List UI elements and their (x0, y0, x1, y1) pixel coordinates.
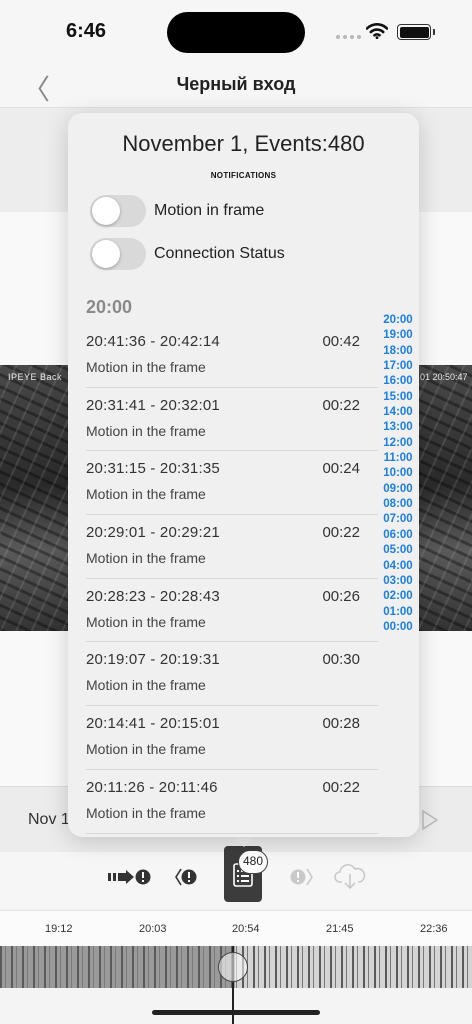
toggle-row-connection: Connection Status (90, 237, 285, 271)
event-duration: 00:22 (322, 396, 360, 414)
next-event-arrow-icon[interactable] (108, 866, 152, 888)
event-type: Motion in the frame (86, 550, 206, 567)
timeline-tick: 21:45 (326, 923, 354, 935)
hour-index-item[interactable]: 02:00 (378, 589, 418, 604)
event-type: Motion in the frame (86, 741, 206, 758)
hour-index-item[interactable]: 04:00 (378, 559, 418, 574)
event-duration: 00:28 (322, 715, 360, 733)
event-type: Motion in the frame (86, 359, 206, 375)
hour-index-item[interactable]: 17:00 (378, 359, 418, 374)
event-row[interactable]: 20:11:26 - 20:11:46 00:22 Motion in the … (86, 770, 378, 834)
hour-index-item[interactable]: 15:00 (378, 390, 418, 405)
toggle-label: Motion in frame (154, 202, 265, 219)
next-alert-icon[interactable] (288, 866, 314, 888)
event-duration: 00:42 (322, 333, 360, 350)
event-type: Motion in the frame (86, 804, 206, 821)
camera-overlay-right: 01 20:50:47 (420, 372, 468, 382)
timeline-tick: 20:03 (139, 923, 167, 935)
connection-status-toggle[interactable] (90, 238, 146, 270)
timeline-labels: 19:12 20:03 20:54 21:45 22:36 (0, 910, 472, 946)
hour-index-item[interactable]: 06:00 (378, 528, 418, 543)
event-duration: 00:24 (322, 460, 360, 478)
hour-index-item[interactable]: 20:00 (378, 313, 418, 328)
event-type: Motion in the frame (86, 677, 206, 694)
hour-index-item[interactable]: 19:00 (378, 328, 418, 343)
event-time-range: 20:28:23 - 20:28:43 (86, 587, 220, 605)
hour-index-item[interactable]: 12:00 (378, 436, 418, 451)
wifi-icon (366, 23, 388, 39)
prev-alert-icon[interactable] (174, 866, 200, 888)
event-row[interactable]: 20:28:23 - 20:28:43 00:26 Motion in the … (86, 579, 378, 643)
hour-section-header: 20:00 (86, 297, 133, 317)
event-row[interactable]: 20:31:15 - 20:31:35 00:24 Motion in the … (86, 451, 378, 516)
hour-index-item[interactable]: 16:00 (378, 374, 418, 389)
event-duration: 00:30 (322, 651, 360, 669)
event-time-range: 20:41:36 - 20:42:14 (86, 333, 220, 350)
event-row[interactable]: 20:19:07 - 20:19:31 00:30 Motion in the … (86, 642, 378, 707)
event-type: Motion in the frame (86, 422, 206, 439)
popover-title: November 1, Events:480 (122, 131, 365, 156)
hour-index-item[interactable]: 10:00 (378, 466, 418, 481)
cellular-signal-icon (336, 35, 361, 39)
event-row[interactable]: 20:31:41 - 20:32:01 00:22 Motion in the … (86, 388, 378, 452)
events-popover: November 1, Events:480 NOTIFICATIONS Mot… (68, 113, 419, 837)
hour-index-item[interactable]: 01:00 (378, 605, 418, 620)
hour-index-item[interactable]: 05:00 (378, 543, 418, 558)
event-type: Motion in the frame (86, 486, 206, 503)
event-duration: 00:22 (322, 524, 360, 542)
hour-index-item[interactable]: 07:00 (378, 512, 418, 527)
timeline-tick: 22:36 (420, 923, 448, 935)
hour-index-item[interactable]: 03:00 (378, 574, 418, 589)
event-time-range: 20:29:01 - 20:29:21 (86, 524, 220, 542)
hour-index-item[interactable]: 18:00 (378, 344, 418, 359)
nav-bar: 〈 Черный вход (0, 62, 472, 108)
hour-index-item[interactable]: 00:00 (378, 620, 418, 635)
event-time-range: 20:19:07 - 20:19:31 (86, 651, 220, 669)
event-row[interactable]: 20:14:41 - 20:15:01 00:28 Motion in the … (86, 706, 378, 770)
cloud-download-icon[interactable] (334, 862, 366, 890)
event-count-badge: 480 (238, 850, 269, 874)
battery-nub (433, 29, 435, 35)
event-time-range: 20:14:41 - 20:15:01 (86, 715, 220, 733)
page-title: Черный вход (176, 74, 296, 94)
battery-icon (397, 24, 431, 40)
event-duration: 00:22 (322, 778, 360, 796)
event-time-range: 20:11:26 - 20:11:46 (86, 778, 218, 796)
status-time: 6:46 (66, 20, 107, 42)
date-label[interactable]: Nov 1 (28, 811, 70, 829)
event-time-range: 20:31:15 - 20:31:35 (86, 460, 220, 478)
hour-index[interactable]: 20:00 19:00 18:00 17:00 16:00 15:00 14:0… (378, 313, 418, 635)
dynamic-island (167, 12, 305, 53)
hour-index-item[interactable]: 11:00 (378, 451, 418, 466)
hour-index-item[interactable]: 14:00 (378, 405, 418, 420)
timeline-tick: 19:12 (45, 923, 73, 935)
event-row[interactable]: 20:29:01 - 20:29:21 00:22 Motion in the … (86, 515, 378, 579)
scrub-knob[interactable] (218, 952, 248, 982)
event-list: 20:41:36 - 20:42:14 00:42 Motion in the … (86, 324, 378, 834)
timeline-tick: 20:54 (232, 923, 260, 935)
event-type: Motion in the frame (86, 613, 206, 630)
event-duration: 00:26 (322, 587, 360, 605)
hour-index-item[interactable]: 08:00 (378, 497, 418, 512)
hour-index-item[interactable]: 13:00 (378, 420, 418, 435)
toggle-label: Connection Status (154, 245, 285, 262)
event-row[interactable]: 20:41:36 - 20:42:14 00:42 Motion in the … (86, 324, 378, 388)
hour-index-item[interactable]: 09:00 (378, 482, 418, 497)
notifications-heading: NOTIFICATIONS (210, 171, 277, 180)
event-time-range: 20:31:41 - 20:32:01 (86, 396, 220, 414)
toggle-row-motion: Motion in frame (90, 194, 264, 228)
camera-overlay-left: IPEYE Back (8, 372, 63, 382)
motion-in-frame-toggle[interactable] (90, 195, 146, 227)
play-icon[interactable] (420, 809, 440, 831)
home-indicator (152, 1010, 320, 1015)
